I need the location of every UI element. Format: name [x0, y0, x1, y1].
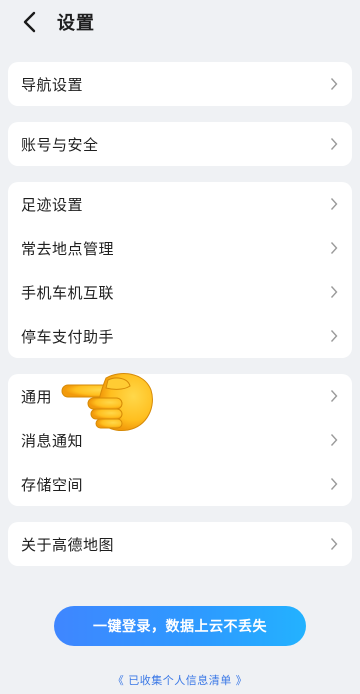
settings-group-footprint: 足迹设置 常去地点管理 手机车机互联 停车支付助手 [8, 182, 352, 358]
chevron-right-icon [330, 78, 338, 90]
settings-item-frequent-places[interactable]: 常去地点管理 [8, 226, 352, 270]
settings-item-phone-car-link[interactable]: 手机车机互联 [8, 270, 352, 314]
settings-item-navigation[interactable]: 导航设置 [8, 62, 352, 106]
chevron-right-icon [330, 242, 338, 254]
chevron-right-icon [330, 390, 338, 402]
settings-group-about: 关于高德地图 [8, 522, 352, 566]
settings-item-footprint[interactable]: 足迹设置 [8, 182, 352, 226]
settings-item-label: 通用 [21, 387, 53, 406]
settings-item-label: 关于高德地图 [21, 535, 115, 554]
pointing-hand-icon [61, 373, 153, 431]
settings-item-label: 导航设置 [21, 75, 84, 94]
page-title: 设置 [57, 13, 95, 34]
settings-item-about[interactable]: 关于高德地图 [8, 522, 352, 566]
settings-item-label: 停车支付助手 [21, 327, 115, 346]
chevron-right-icon [330, 434, 338, 446]
settings-item-storage[interactable]: 存储空间 [8, 462, 352, 506]
personal-info-list-link[interactable]: 《 已收集个人信息清单 》 [0, 672, 360, 688]
settings-item-label: 手机车机互联 [21, 283, 115, 302]
chevron-right-icon [330, 330, 338, 342]
one-click-login-button[interactable]: 一键登录，数据上云不丢失 [54, 606, 306, 646]
chevron-right-icon [330, 198, 338, 210]
settings-item-parking-payment[interactable]: 停车支付助手 [8, 314, 352, 358]
settings-item-label: 足迹设置 [21, 195, 84, 214]
chevron-right-icon [330, 538, 338, 550]
settings-item-label: 常去地点管理 [21, 239, 115, 258]
chevron-right-icon [330, 286, 338, 298]
settings-item-label: 账号与安全 [21, 135, 99, 154]
settings-item-account-security[interactable]: 账号与安全 [8, 122, 352, 166]
top-bar: 设置 [0, 0, 360, 44]
settings-item-label: 存储空间 [21, 475, 84, 494]
settings-group-account: 账号与安全 [8, 122, 352, 166]
chevron-right-icon [330, 138, 338, 150]
chevron-right-icon [330, 478, 338, 490]
settings-group-navigation: 导航设置 [8, 62, 352, 106]
back-chevron-icon[interactable] [19, 10, 41, 34]
